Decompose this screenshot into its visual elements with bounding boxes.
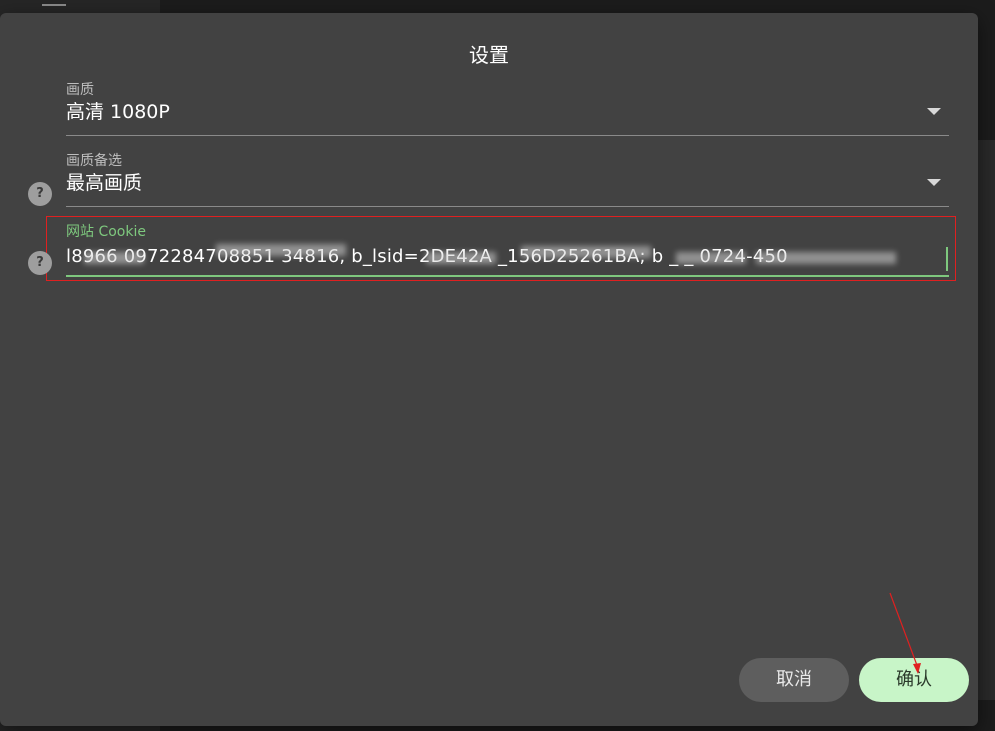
- quality-select[interactable]: 画质 高清 1080P: [66, 79, 949, 137]
- confirm-button[interactable]: 确认: [859, 658, 969, 702]
- quality-label: 画质: [66, 82, 94, 98]
- text-caret: [946, 247, 948, 271]
- menu-icon[interactable]: [42, 0, 66, 10]
- quality-value: 高清 1080P: [66, 101, 170, 123]
- redaction-blur: [756, 252, 896, 264]
- help-icon[interactable]: ?: [28, 182, 52, 206]
- quality-underline: [66, 135, 949, 136]
- fallback-quality-select[interactable]: 画质备选 最高画质: [66, 150, 949, 208]
- cookie-underline: [66, 275, 949, 277]
- redaction-blur: [216, 244, 346, 256]
- fallback-quality-value: 最高画质: [66, 172, 143, 194]
- settings-dialog: 设置 画质 高清 1080P 画质备选 最高画质 ? 网站 Cookie l89…: [0, 13, 978, 726]
- redaction-blur: [84, 252, 144, 264]
- fallback-quality-label: 画质备选: [66, 153, 122, 169]
- cancel-button[interactable]: 取消: [739, 658, 849, 702]
- chevron-down-icon[interactable]: [927, 179, 941, 186]
- redaction-blur: [676, 252, 746, 264]
- help-icon[interactable]: ?: [28, 251, 52, 275]
- background-content-strip: [977, 140, 995, 700]
- cookie-label: 网站 Cookie: [66, 224, 146, 240]
- fallback-quality-underline: [66, 206, 949, 207]
- dialog-title: 设置: [469, 43, 509, 67]
- chevron-down-icon[interactable]: [927, 108, 941, 115]
- redaction-blur: [521, 246, 651, 258]
- cookie-field[interactable]: 网站 Cookie l8966 0972284708851 34816, b_l…: [66, 221, 949, 279]
- redaction-blur: [426, 252, 496, 264]
